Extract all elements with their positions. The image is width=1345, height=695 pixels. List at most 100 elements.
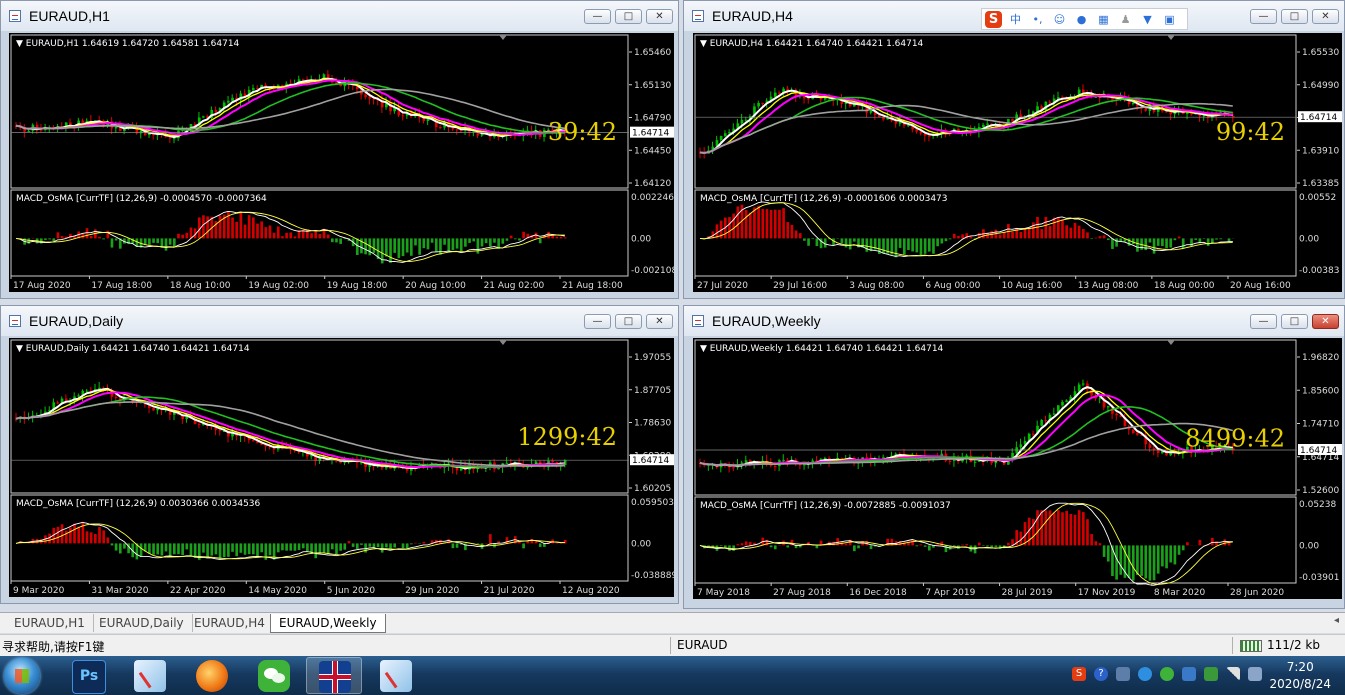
taskbar-wechat[interactable] [246, 657, 302, 694]
macd-bar [351, 543, 355, 547]
minimize-button[interactable]: — [1250, 314, 1277, 329]
macd-bar [1102, 545, 1106, 557]
wechat-tray-icon[interactable] [1160, 667, 1174, 681]
macd-bar [476, 543, 480, 545]
macd-bar [522, 231, 525, 239]
macd-bar [919, 238, 923, 257]
sogou-tray-icon[interactable]: S [1072, 667, 1086, 681]
chart-info-label: ▼ EURAUD,H1 1.64619 1.64720 1.64581 1.64… [16, 39, 240, 49]
macd-bar [501, 238, 505, 244]
maximize-button[interactable]: □ [615, 314, 642, 329]
moving-average-line [699, 405, 1233, 466]
macd-bar [1161, 238, 1164, 247]
close-button[interactable]: ✕ [646, 9, 673, 24]
ime-toolbar[interactable]: S 中 •, ☺ ● ▦ ♟ ▼ ▣ [981, 8, 1188, 30]
security-tray-icon[interactable] [1182, 667, 1196, 681]
macd-bar [786, 221, 790, 239]
macd-bar [1140, 545, 1143, 576]
minimize-button[interactable]: — [1250, 9, 1277, 24]
macd-bar [1152, 545, 1156, 581]
macd-bar [189, 543, 193, 556]
macd-bar [944, 238, 948, 242]
update-tray-icon[interactable] [1204, 667, 1218, 681]
time-tick-label: 17 Aug 18:00 [91, 281, 152, 291]
taskbar-uk-flag-app[interactable] [306, 657, 362, 694]
macd-bar [380, 543, 384, 553]
tab-euraud-weekly[interactable]: EURAUD,Weekly [270, 614, 386, 633]
taskbar-photoshop[interactable]: Ps [60, 657, 116, 694]
tab-scroll-left-icon[interactable]: ◂ [1334, 615, 1339, 626]
microphone-icon[interactable]: ● [1073, 11, 1090, 28]
volume-tray-icon[interactable] [1248, 667, 1262, 681]
taskbar-metatrader-1[interactable] [122, 657, 178, 694]
tab-euraud-h4[interactable]: EURAUD,H4 [186, 614, 274, 632]
macd-bar [769, 545, 773, 548]
tab-euraud-h1[interactable]: EURAUD,H1 [6, 614, 94, 632]
macd-bar [1061, 219, 1064, 239]
maximize-button[interactable]: □ [615, 9, 642, 24]
macd-bar [1061, 512, 1064, 546]
candle-body [252, 440, 255, 442]
window-titlebar[interactable]: EURAUD,Weekly — □ ✕ [684, 306, 1344, 336]
macd-bar [778, 209, 781, 239]
taskbar-browser[interactable] [184, 657, 240, 694]
price-chart[interactable]: ▼ EURAUD,Weekly 1.64421 1.64740 1.64421 … [693, 338, 1342, 599]
chart-window-daily[interactable]: EURAUD,Daily — □ ✕ ▼ EURAUD,Daily 1.6442… [0, 305, 679, 604]
price-chart[interactable]: ▼ EURAUD,H1 1.64619 1.64720 1.64581 1.64… [9, 33, 674, 292]
candle-body [227, 100, 230, 103]
chart-window-h4[interactable]: EURAUD,H4 — □ ✕ ▼ EURAUD,H4 1.64421 1.64… [683, 0, 1345, 299]
help-tray-icon[interactable]: ? [1094, 667, 1108, 681]
metatrader-icon [134, 660, 167, 692]
window-titlebar[interactable]: EURAUD,Daily — □ ✕ [1, 306, 678, 336]
macd-bar [289, 543, 293, 551]
minimize-button[interactable]: — [584, 9, 611, 24]
macd-bar [156, 543, 160, 555]
system-clock[interactable]: 7:20 2020/8/24 [1269, 659, 1331, 693]
emoji-icon[interactable]: ☺ [1051, 11, 1068, 28]
close-button[interactable]: ✕ [646, 314, 673, 329]
macd-bar [264, 227, 268, 239]
price-chart[interactable]: ▼ EURAUD,H4 1.64421 1.64740 1.64421 1.64… [693, 33, 1342, 292]
macd-bar [932, 238, 935, 254]
minimize-button[interactable]: — [584, 314, 611, 329]
macd-bar [243, 224, 247, 239]
ime-language-toggle[interactable]: 中 [1007, 11, 1024, 28]
skin-icon[interactable]: ▼ [1139, 11, 1156, 28]
keyboard-icon[interactable]: ▦ [1095, 11, 1112, 28]
macd-bar [64, 530, 68, 544]
macd-bar [227, 543, 230, 557]
maximize-button[interactable]: □ [1281, 314, 1308, 329]
candle-countdown: 39:42 [548, 118, 617, 146]
macd-bar [276, 543, 280, 553]
candle-body [1144, 108, 1148, 111]
candle-body [1148, 444, 1152, 448]
network-tray-icon[interactable] [1116, 667, 1130, 681]
close-button[interactable]: ✕ [1312, 9, 1339, 24]
candle-body [197, 424, 201, 426]
messenger-tray-icon[interactable] [1138, 667, 1152, 681]
tab-euraud-daily[interactable]: EURAUD,Daily [91, 614, 193, 632]
toolbox-icon[interactable]: ▣ [1161, 11, 1178, 28]
window-titlebar[interactable]: EURAUD,H1 — □ ✕ [1, 1, 678, 31]
maximize-button[interactable]: □ [1281, 9, 1308, 24]
macd-bar [736, 206, 740, 239]
taskbar-metatrader-2[interactable] [368, 657, 424, 694]
macd-bar [1223, 539, 1227, 546]
punctuation-icon[interactable]: •, [1029, 11, 1046, 28]
price-chart[interactable]: ▼ EURAUD,Daily 1.64421 1.64740 1.64421 1… [9, 338, 674, 597]
macd-bar [289, 232, 293, 239]
candle-body [1040, 419, 1044, 426]
sogou-logo-icon[interactable]: S [985, 10, 1002, 28]
chart-window-h1[interactable]: EURAUD,H1 — □ ✕ ▼ EURAUD,H1 1.64619 1.64… [0, 0, 679, 299]
macd-bar [986, 545, 989, 547]
close-button[interactable]: ✕ [1312, 314, 1339, 329]
macd-bar [1115, 238, 1118, 247]
macd-bar [385, 238, 388, 257]
signal-tray-icon[interactable] [1226, 667, 1240, 681]
start-button[interactable] [4, 658, 40, 694]
macd-bar [239, 543, 243, 553]
macd-bar [77, 526, 81, 544]
macd-bar [181, 543, 184, 556]
chart-window-weekly[interactable]: EURAUD,Weekly — □ ✕ ▼ EURAUD,Weekly 1.64… [683, 305, 1345, 609]
user-icon[interactable]: ♟ [1117, 11, 1134, 28]
